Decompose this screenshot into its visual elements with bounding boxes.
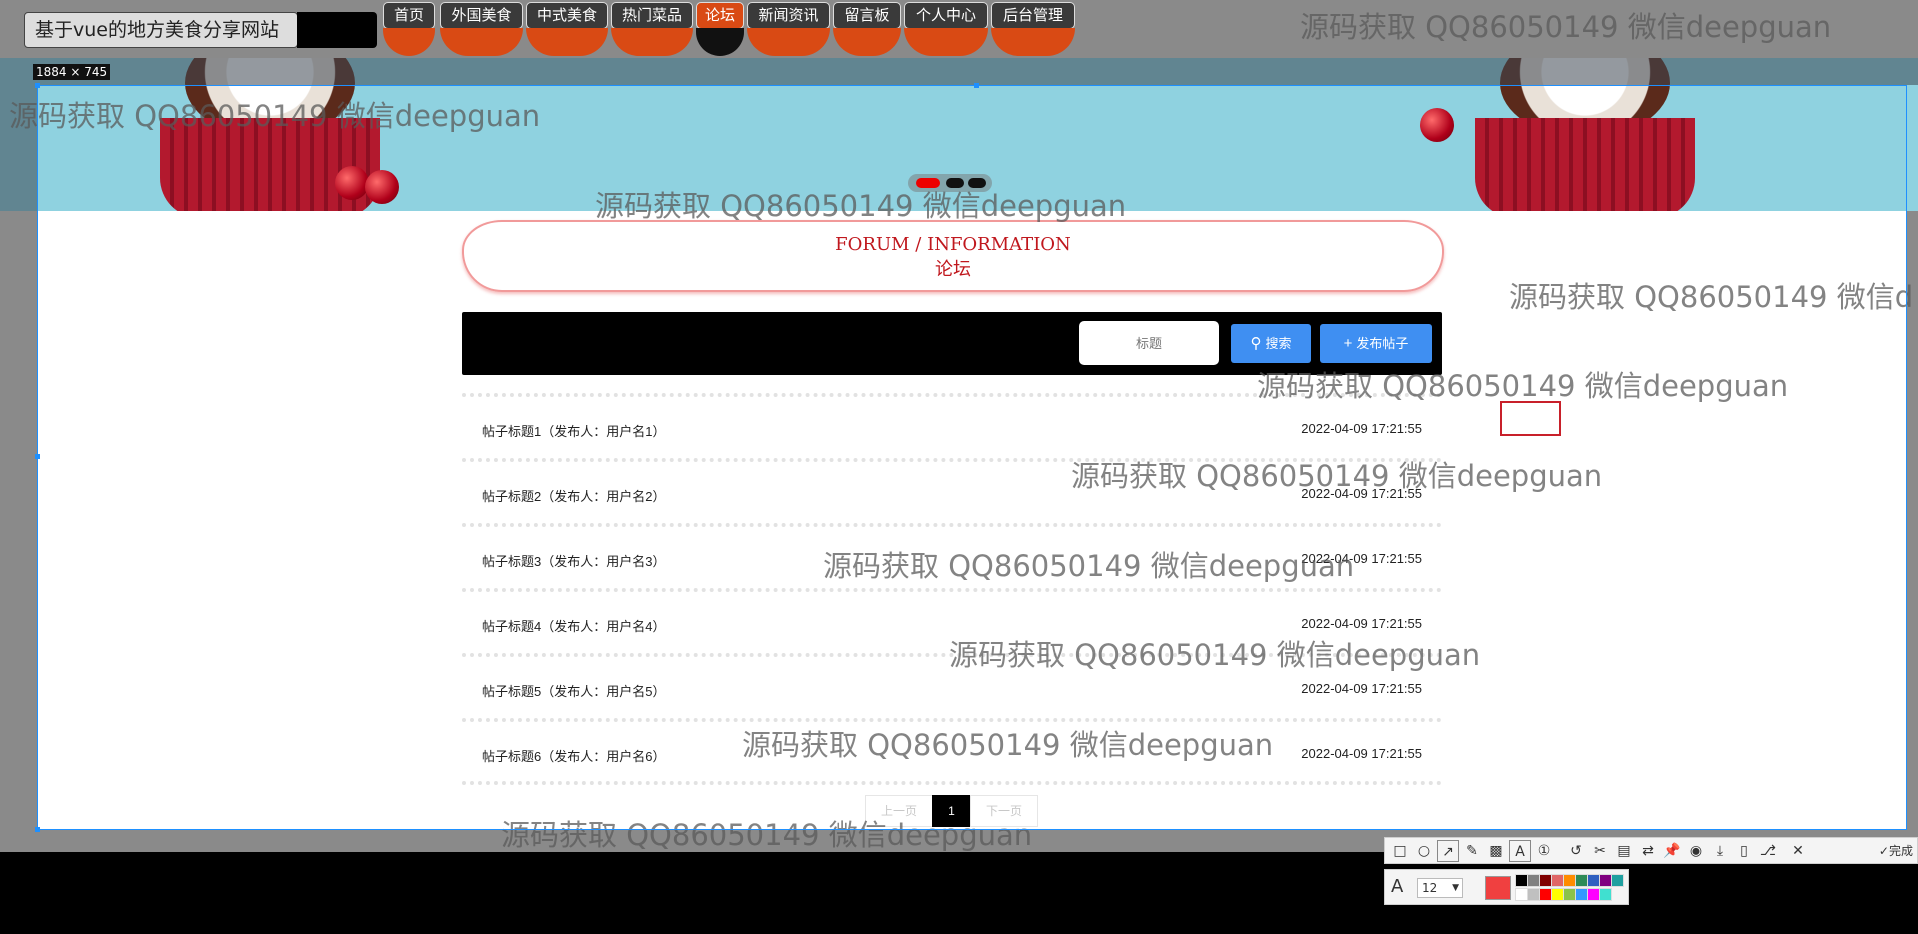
chevron-down-icon: ▼ [1452,883,1459,893]
forum-header: FORUM / INFORMATION 论坛 [462,220,1444,292]
search-button-label: 搜索 [1265,336,1292,351]
post-date: 2022-04-09 17:21:55 [1301,616,1422,631]
nav-label: 首页 [383,2,435,29]
watermark: 源码获取 QQ86050149 微信deepguan [1300,10,1832,44]
browser-page: 基于vue的地方美食分享网站 首页 外国美食 中式美食 热门菜品 论坛 新闻资讯… [0,0,1918,852]
done-label: 完成 [1888,844,1913,858]
watermark: 源码获取 QQ86050149 微信deepguan [742,728,1274,762]
resize-handle[interactable] [35,83,40,88]
crop-icon[interactable]: ✂ [1589,840,1611,862]
watermark: 源码获取 QQ86050149 微信deepguan [9,99,541,133]
nav-news[interactable]: 新闻资讯 [747,0,830,56]
color-swatch[interactable] [1599,888,1612,901]
list-divider [462,781,1442,785]
text-tool-icon[interactable]: A [1509,840,1531,862]
done-button[interactable]: ✓完成 [1879,840,1913,862]
plus-icon: + [1343,335,1353,352]
post-title[interactable]: 帖子标题1（发布人：用户名1） [482,421,665,440]
watermark: 源码获取 QQ86050149 微信deepguan [949,638,1481,672]
mosaic-tool-icon[interactable]: ▩ [1485,840,1507,862]
bookmark-icon[interactable]: ⎇ [1757,840,1779,862]
post-title[interactable]: 帖子标题2（发布人：用户名2） [482,486,665,505]
nav-label: 中式美食 [526,2,608,29]
translate-icon[interactable]: ⇄ [1637,840,1659,862]
title-block [297,12,377,48]
nav-label: 后台管理 [991,2,1075,29]
post-title[interactable]: 帖子标题5（发布人：用户名5） [482,681,665,700]
post-title[interactable]: 帖子标题3（发布人：用户名3） [482,551,665,570]
annotation-toolbar: □ ○ ↗ ✎ ▩ A ① ↺ ✂ ▤ ⇄ 📌 ◉ ⤓ ▯ ⎇ ✕ ✓完成 [1384,837,1918,864]
current-color-swatch[interactable] [1485,876,1511,900]
annotation-style-bar: A 12 ▼ [1384,869,1629,905]
nav-label: 论坛 [696,2,744,29]
nav-foreign-food[interactable]: 外国美食 [440,0,523,56]
post-title[interactable]: 帖子标题6（发布人：用户名6） [482,746,665,765]
font-icon: A [1391,876,1404,897]
search-button[interactable]: ⚲ 搜索 [1231,324,1311,363]
font-size-value: 12 [1422,881,1438,895]
ocr-icon[interactable]: ▤ [1613,840,1635,862]
undo-icon[interactable]: ↺ [1565,840,1587,862]
download-icon[interactable]: ⤓ [1709,840,1731,862]
post-title[interactable]: 帖子标题4（发布人：用户名4） [482,616,665,635]
nav-message-board[interactable]: 留言板 [833,0,901,56]
nav-label: 外国美食 [440,2,523,29]
post-date: 2022-04-09 17:21:55 [1301,421,1422,436]
publish-post-button[interactable]: + 发布帖子 [1320,324,1432,363]
nav-chinese-food[interactable]: 中式美食 [526,0,608,56]
resize-handle[interactable] [35,827,40,832]
nav-label: 新闻资讯 [747,2,830,29]
nav-label: 热门菜品 [611,2,693,29]
font-size-select[interactable]: 12 ▼ [1417,878,1463,898]
publish-post-label: 发布帖子 [1356,336,1409,351]
nav-label: 留言板 [833,2,901,29]
watermark: 源码获取 QQ86050149 微信deepguan [501,818,1033,852]
check-icon: ✓ [1878,844,1889,858]
phone-icon[interactable]: ▯ [1733,840,1755,862]
annotation-rectangle[interactable] [1500,401,1561,436]
pin-icon[interactable]: 📌 [1661,840,1683,862]
forum-title-en: FORUM / INFORMATION [835,234,1071,255]
site-title: 基于vue的地方美食分享网站 [24,12,298,48]
arrow-tool-icon[interactable]: ↗ [1437,840,1459,862]
watermark: 源码获取 QQ86050149 微信deepguan [1257,369,1789,403]
watermark: 源码获取 QQ86050149 微信deepguan [823,549,1355,583]
post-date: 2022-04-09 17:21:55 [1301,681,1422,696]
resize-handle[interactable] [35,454,40,459]
forum-title-cn: 论坛 [935,259,971,280]
search-icon: ⚲ [1250,335,1262,352]
nav-forum[interactable]: 论坛 [696,0,744,56]
nav-hot-dishes[interactable]: 热门菜品 [611,0,693,56]
selection-size-label: 1884 × 745 [33,64,111,80]
overlay-shade [0,58,1918,85]
nav-label: 个人中心 [904,2,988,29]
watermark: 源码获取 QQ86050149 微信d [1509,280,1914,314]
nav-personal-center[interactable]: 个人中心 [904,0,988,56]
capture-dim-left [0,211,37,852]
nav-admin[interactable]: 后台管理 [991,0,1075,56]
close-icon[interactable]: ✕ [1787,840,1809,862]
title-search-input[interactable] [1079,321,1219,365]
nav-home[interactable]: 首页 [383,0,435,56]
rectangle-tool-icon[interactable]: □ [1389,840,1411,862]
color-swatch[interactable] [1611,874,1624,887]
record-icon[interactable]: ◉ [1685,840,1707,862]
number-tool-icon[interactable]: ① [1533,840,1555,862]
watermark: 源码获取 QQ86050149 微信deepguan [595,189,1127,223]
resize-handle[interactable] [974,83,979,88]
post-date: 2022-04-09 17:21:55 [1301,746,1422,761]
watermark: 源码获取 QQ86050149 微信deepguan [1071,459,1603,493]
pen-tool-icon[interactable]: ✎ [1461,840,1483,862]
ellipse-tool-icon[interactable]: ○ [1413,840,1435,862]
